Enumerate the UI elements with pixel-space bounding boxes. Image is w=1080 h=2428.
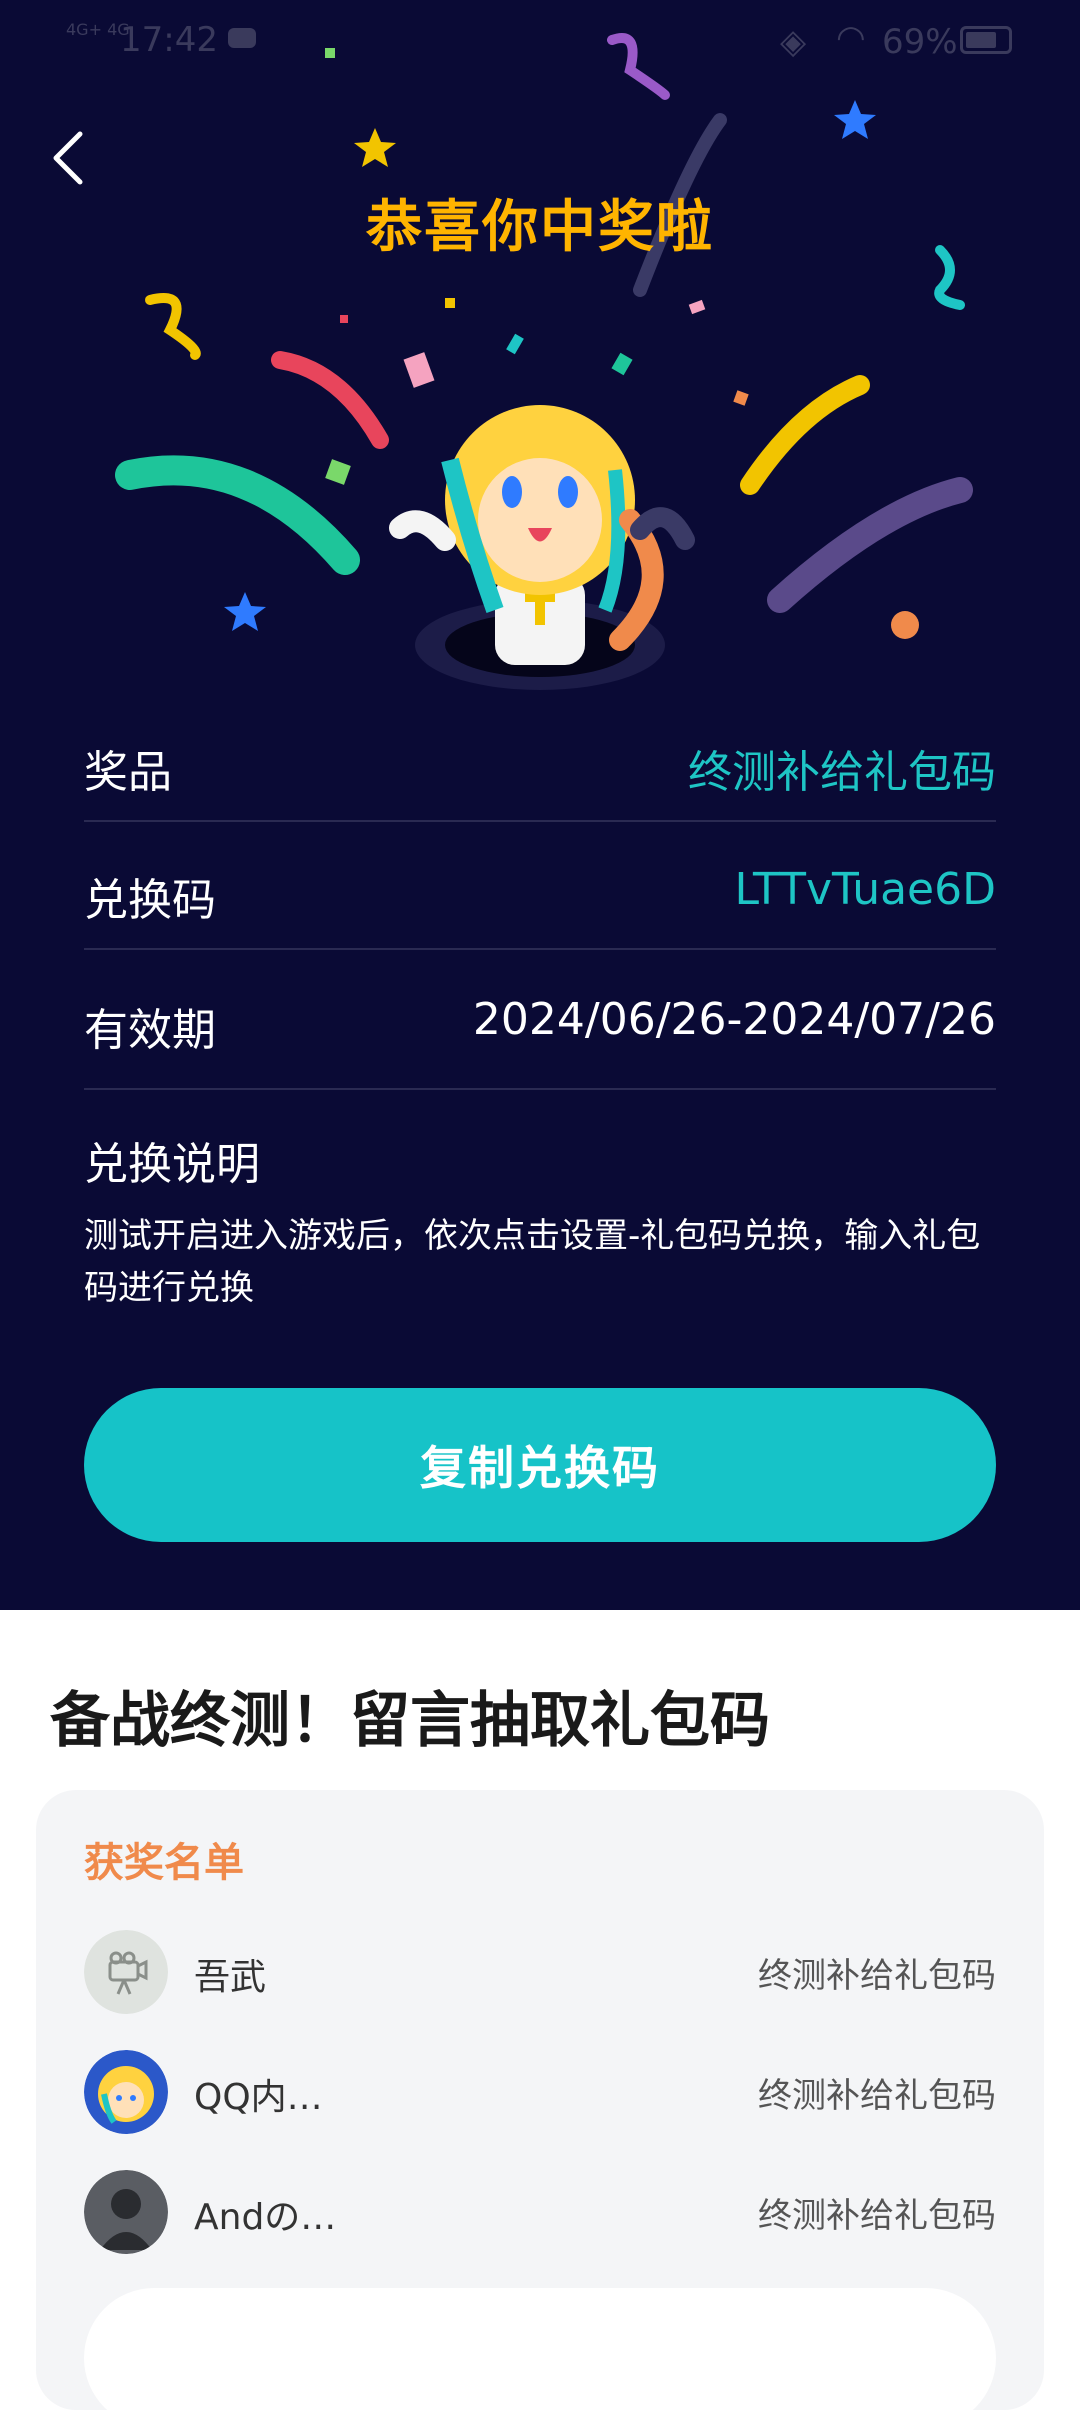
prize-value: 终测补给礼包码	[688, 747, 996, 798]
character-avatar-icon	[84, 2050, 168, 2134]
event-title: 备战终测！留言抽取礼包码	[50, 1686, 770, 1756]
view-all-button[interactable]	[84, 2288, 996, 2428]
prize-result-panel: 4G+ 4G 17:42 ◈ ◠ 69% 恭喜你中奖啦 奖品 终测补给礼包码 兑…	[0, 0, 1080, 1610]
winners-card: 获奖名单 吾武 终测补给礼包码 QQ内… 终测补给礼包码 Andの… 终测补给礼…	[36, 1790, 1044, 2428]
instructions-title: 兑换说明	[84, 1139, 260, 1190]
winner-prize: 终测补给礼包码	[758, 2076, 996, 2116]
prize-row: 奖品 终测补给礼包码	[84, 712, 996, 822]
copy-code-button[interactable]: 复制兑换码	[84, 1388, 996, 1542]
portrait-avatar-icon	[84, 2170, 168, 2254]
instructions-text: 测试开启进入游戏后，依次点击设置-礼包码兑换，输入礼包码进行兑换	[84, 1216, 981, 1308]
camera-avatar-icon	[84, 1930, 168, 2014]
confetti-illustration	[115, 33, 973, 690]
validity-row: 有效期 2024/06/26-2024/07/26	[84, 970, 996, 1090]
code-value[interactable]: LTTvTuae6D	[735, 864, 996, 915]
code-row: 兑换码 LTTvTuae6D	[84, 840, 996, 950]
avatar	[84, 2170, 168, 2254]
validity-label: 有效期	[84, 1005, 216, 1056]
avatar	[84, 2050, 168, 2134]
winner-prize: 终测补给礼包码	[758, 2196, 996, 2236]
winners-title: 获奖名单	[84, 1840, 244, 1886]
page-title: 恭喜你中奖啦	[366, 195, 714, 260]
prize-label: 奖品	[84, 747, 172, 798]
winner-prize: 终测补给礼包码	[758, 1956, 996, 1996]
winner-item[interactable]: Andの… 终测补给礼包码	[84, 2170, 996, 2260]
winner-item[interactable]: 吾武 终测补给礼包码	[84, 1930, 996, 2020]
winner-name: 吾武	[194, 1957, 267, 1998]
avatar	[84, 1930, 168, 2014]
code-label: 兑换码	[84, 875, 216, 926]
winner-item[interactable]: QQ内… 终测补给礼包码	[84, 2050, 996, 2140]
validity-value: 2024/06/26-2024/07/26	[472, 994, 996, 1045]
winner-name: Andの…	[194, 2197, 337, 2238]
winner-name: QQ内…	[194, 2077, 323, 2118]
